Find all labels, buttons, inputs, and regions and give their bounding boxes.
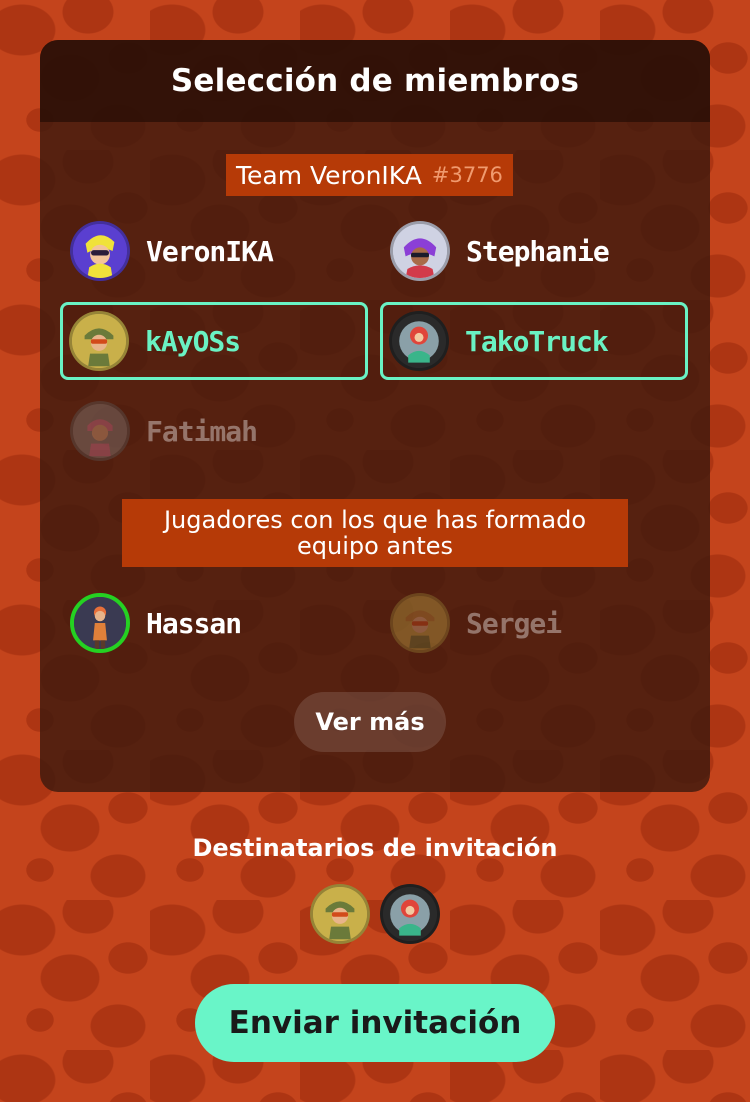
octoling-red-avatar-icon	[389, 311, 449, 371]
helmet-kid-avatar-icon	[310, 884, 370, 944]
page-title: Selección de miembros	[170, 63, 580, 99]
member-stephanie[interactable]: Stephanie	[362, 212, 670, 290]
member-name: TakoTruck	[465, 324, 609, 358]
recent-players-tag: Jugadores con los que has formado equipo…	[122, 499, 628, 567]
member-selection-panel: Selección de miembros Team VeronIKA #377…	[40, 40, 710, 792]
member-name: VeronIKA	[146, 234, 274, 268]
team-code: #3776	[431, 163, 503, 187]
octoling-red-avatar-icon	[380, 884, 440, 944]
inkling-orange-avatar-icon	[70, 593, 130, 653]
helmet-kid-avatar-icon	[69, 311, 129, 371]
send-invitation-button[interactable]: Enviar invitación	[195, 984, 555, 1062]
member-kayoss[interactable]: kAyOSs	[60, 302, 368, 380]
inkling-pink-avatar-icon	[70, 401, 130, 461]
recent-players-label: Jugadores con los que has formado equipo…	[163, 506, 587, 560]
member-name: Fatimah	[146, 414, 258, 448]
panel-header: Selección de miembros	[40, 40, 710, 122]
member-name: kAyOSs	[145, 324, 241, 358]
see-more-button[interactable]: Ver más	[294, 692, 446, 752]
member-name: Hassan	[146, 606, 242, 640]
send-invitation-label: Enviar invitación	[228, 1005, 522, 1041]
member-name: Sergei	[466, 606, 562, 640]
member-fatimah: Fatimah	[42, 392, 350, 470]
team-tag: Team VeronIKA #3776	[226, 154, 513, 196]
octoling-purple-avatar-icon	[390, 221, 450, 281]
member-takotruck[interactable]: TakoTruck	[380, 302, 688, 380]
member-name: Stephanie	[466, 234, 610, 268]
recipients-list	[310, 884, 440, 944]
recipients-title: Destinatarios de invitación	[192, 834, 558, 862]
member-veronika[interactable]: VeronIKA	[42, 212, 350, 290]
team-name: Team VeronIKA	[236, 160, 422, 190]
helmet-kid-avatar-icon	[390, 593, 450, 653]
inkling-yellow-avatar-icon	[70, 221, 130, 281]
see-more-label: Ver más	[315, 708, 425, 736]
member-hassan[interactable]: Hassan	[42, 584, 350, 662]
member-sergei: Sergei	[362, 584, 670, 662]
